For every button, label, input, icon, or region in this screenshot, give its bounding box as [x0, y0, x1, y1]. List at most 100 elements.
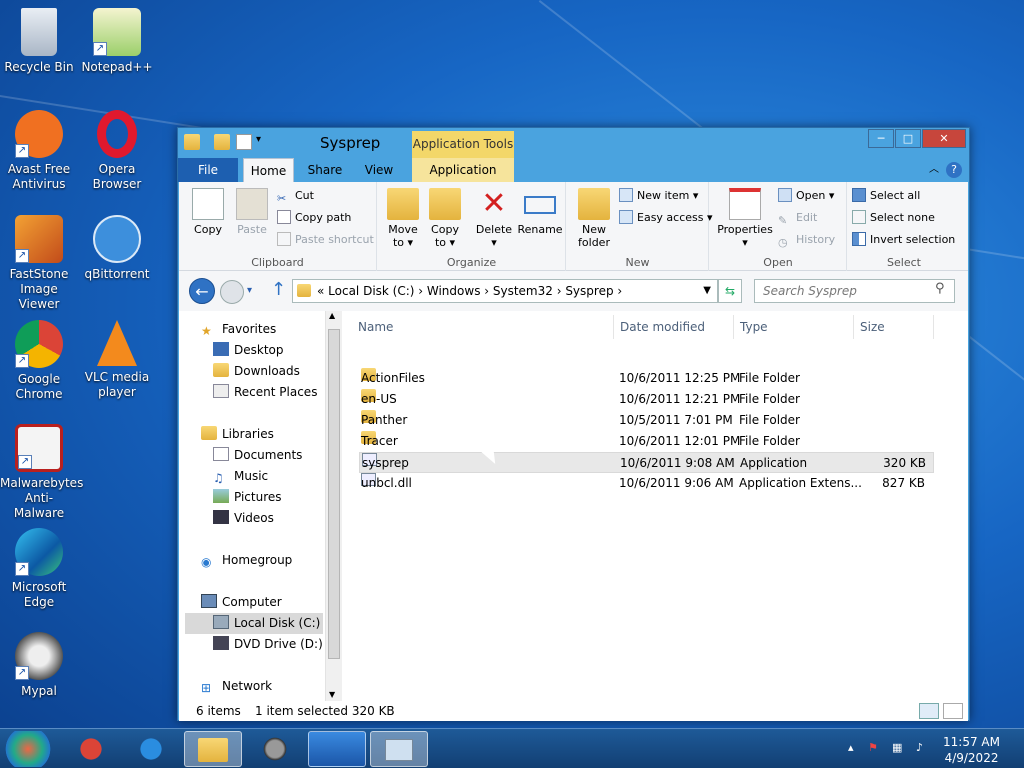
table-row[interactable]: en-US 10/6/2011 12:21 PM File Folder	[359, 389, 934, 410]
new-item-button[interactable]: New item ▾	[619, 186, 698, 206]
easy-access-button[interactable]: Easy access ▾	[619, 208, 713, 228]
desktop-icon-recycle-bin[interactable]: Recycle Bin	[0, 8, 78, 75]
taskbar-sysprep-icon[interactable]	[308, 731, 366, 767]
tab-application[interactable]: Application	[412, 158, 514, 182]
action-center-icon[interactable]: ⚑	[868, 741, 882, 755]
scroll-up-icon[interactable]: ▲	[329, 311, 335, 320]
title-bar[interactable]: ▾ Sysprep Application Tools ─ □ ✕	[178, 128, 969, 158]
open-button[interactable]: Open ▾	[778, 186, 834, 206]
search-input[interactable]: Search Sysprep	[754, 279, 955, 303]
taskbar-chrome-icon[interactable]	[62, 731, 120, 767]
desktop-icon-edge[interactable]: ↗ Microsoft Edge	[0, 528, 78, 610]
nav-videos[interactable]: Videos	[213, 508, 274, 529]
column-header-name[interactable]: Name	[342, 315, 614, 339]
table-row[interactable]: Tracer 10/6/2011 12:01 PM File Folder	[359, 431, 934, 452]
details-view-icon[interactable]	[919, 703, 939, 719]
large-icons-view-icon[interactable]	[943, 703, 963, 719]
paste-shortcut-button[interactable]: Paste shortcut	[277, 230, 374, 250]
up-arrow-icon[interactable]: ↑	[271, 279, 286, 300]
nav-music[interactable]: ♫ Music	[213, 466, 268, 487]
copy-button[interactable]: Copy	[187, 188, 229, 236]
desktop-icon-malwarebytes[interactable]: ↗ Malwarebytes Anti-Malware	[0, 424, 83, 521]
nav-scrollbar[interactable]: ▲ ▼	[325, 311, 342, 701]
close-button[interactable]: ✕	[922, 129, 966, 148]
nav-downloads[interactable]: Downloads	[213, 361, 300, 382]
nav-desktop[interactable]: Desktop	[213, 340, 284, 361]
table-row[interactable]: unbcl.dll 10/6/2011 9:06 AM Application Ex…	[359, 473, 934, 494]
move-to-button[interactable]: Move to ▾	[382, 188, 424, 249]
forward-arrow-icon[interactable]	[220, 280, 244, 304]
nav-dvd-drive[interactable]: DVD Drive (D:) Hi	[213, 634, 325, 655]
desktop-icon-opera[interactable]: Opera Browser	[78, 110, 156, 192]
start-button[interactable]	[2, 731, 54, 767]
table-row[interactable]: Panther 10/5/2011 7:01 PM File Folder	[359, 410, 934, 431]
explorer-window[interactable]: ▾ Sysprep Application Tools ─ □ ✕ File H…	[177, 127, 970, 721]
nav-documents[interactable]: Documents	[213, 445, 302, 466]
table-row[interactable]: sysprep 10/6/2011 9:08 AM Application 320 K…	[359, 452, 934, 473]
column-header-type[interactable]: Type	[734, 315, 854, 339]
taskbar-explorer-icon[interactable]	[184, 731, 242, 767]
chrome-icon: ↗	[15, 320, 63, 368]
nav-pictures[interactable]: Pictures	[213, 487, 282, 508]
nav-scrollbar-thumb[interactable]	[328, 329, 340, 659]
desktop-icon-faststone[interactable]: ↗ FastStone Image Viewer	[0, 215, 78, 312]
invert-selection-button[interactable]: Invert selection	[852, 230, 955, 250]
network-tray-icon[interactable]: ▦	[892, 741, 906, 755]
back-arrow-icon[interactable]: ←	[189, 278, 215, 304]
tab-file[interactable]: File	[178, 158, 238, 182]
minimize-button[interactable]: ─	[868, 129, 894, 148]
nav-network[interactable]: ⊞ Network	[201, 676, 272, 697]
nav-recent-places[interactable]: Recent Places	[213, 382, 317, 403]
copy-path-button[interactable]: Copy path	[277, 208, 351, 228]
volume-icon[interactable]: ♪	[916, 741, 930, 755]
address-bar[interactable]: « Local Disk (C:) › Windows › System32 ›…	[292, 279, 718, 303]
select-none-button[interactable]: Select none	[852, 208, 935, 228]
paste-button[interactable]: Paste	[231, 188, 273, 236]
copy-to-button[interactable]: Copy to ▾	[424, 188, 466, 249]
nav-label: Downloads	[234, 364, 300, 378]
maximize-button[interactable]: □	[895, 129, 921, 148]
refresh-icon[interactable]: ⇆	[718, 279, 742, 303]
table-row[interactable]: ActionFiles 10/6/2011 12:25 PM File Folder	[359, 368, 934, 389]
delete-button[interactable]: ✕ Delete ▾	[473, 188, 515, 250]
nav-libraries[interactable]: Libraries	[201, 424, 274, 445]
column-header-size[interactable]: Size	[854, 315, 934, 339]
desktop-icon-avast[interactable]: ↗ Avast Free Antivirus	[0, 110, 78, 192]
taskbar-ie-icon[interactable]	[122, 731, 180, 767]
properties-quick-icon[interactable]	[236, 134, 252, 150]
tray-expand-icon[interactable]: ▴	[848, 741, 862, 755]
desktop-icon-chrome[interactable]: ↗ Google Chrome	[0, 320, 78, 402]
desktop-icon-mypal[interactable]: ↗ Mypal	[0, 632, 78, 699]
tab-view[interactable]: View	[356, 158, 402, 182]
search-icon[interactable]: ⚲	[935, 281, 945, 296]
new-folder-quick-icon[interactable]	[214, 134, 230, 150]
clock[interactable]: 11:57 AM 4/9/2022	[943, 734, 1000, 766]
cut-button[interactable]: ✂ Cut	[277, 186, 314, 206]
nav-computer[interactable]: Computer	[201, 592, 282, 613]
tab-home[interactable]: Home	[243, 158, 294, 182]
desktop-icon-vlc[interactable]: VLC media player	[78, 320, 156, 400]
recent-locations-chevron-icon[interactable]: ▾	[247, 285, 252, 296]
address-dropdown-chevron-icon[interactable]: ▼	[703, 280, 711, 302]
desktop-icon-qbittorrent[interactable]: qBittorrent	[78, 215, 156, 282]
breadcrumb[interactable]: « Local Disk (C:) › Windows › System32 ›…	[317, 284, 622, 298]
nav-favorites[interactable]: ★ Favorites	[201, 319, 276, 340]
nav-local-disk[interactable]: Local Disk (C:)	[185, 613, 323, 634]
collapse-ribbon-icon[interactable]: ︿	[926, 158, 942, 182]
properties-button[interactable]: Properties ▾	[714, 188, 776, 249]
nav-homegroup[interactable]: ◉ Homegroup	[201, 550, 292, 571]
customize-quick-access-chevron-icon[interactable]: ▾	[256, 134, 272, 150]
taskbar-taskmgr-icon[interactable]	[370, 731, 428, 767]
taskbar-mypal-icon[interactable]	[246, 731, 304, 767]
help-icon[interactable]: ?	[946, 162, 962, 178]
edit-button[interactable]: ✎ Edit	[778, 208, 817, 228]
new-folder-button[interactable]: New folder	[573, 188, 615, 249]
rename-button[interactable]: Rename	[516, 188, 564, 236]
column-header-date[interactable]: Date modified	[614, 315, 734, 339]
tab-share[interactable]: Share	[300, 158, 350, 182]
scroll-down-icon[interactable]: ▼	[329, 690, 335, 699]
history-button[interactable]: ◷ History	[778, 230, 835, 250]
select-all-button[interactable]: Select all	[852, 186, 920, 206]
desktop-icon-notepadpp[interactable]: ↗ Notepad++	[78, 8, 156, 75]
easy-access-icon	[619, 210, 633, 224]
